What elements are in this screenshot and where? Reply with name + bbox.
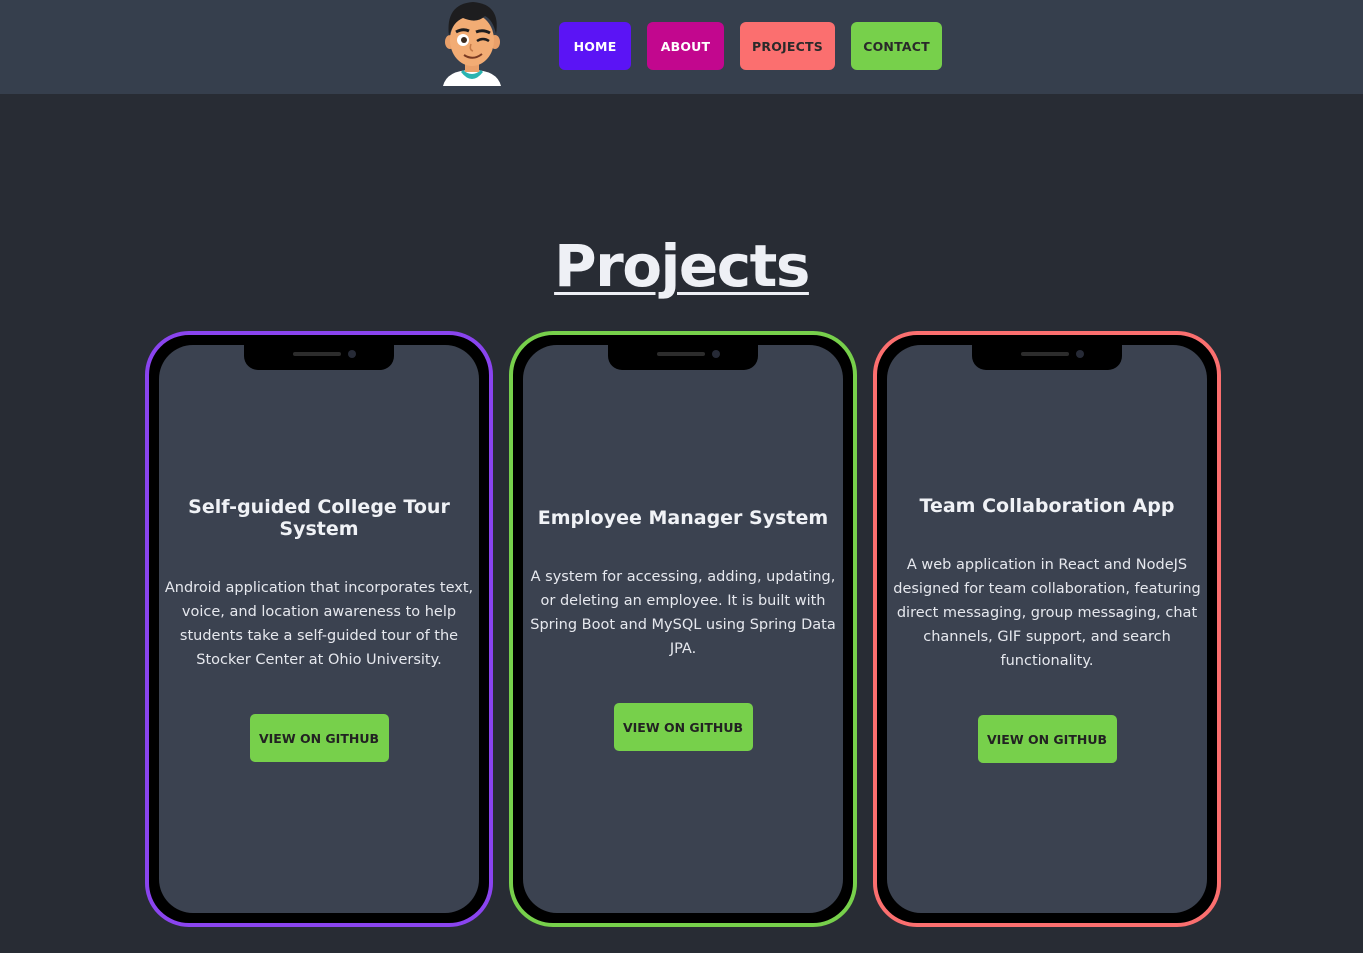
camera-icon xyxy=(348,350,356,358)
project-description: Android application that incorporates te… xyxy=(164,580,474,668)
project-description: A system for accessing, adding, updating… xyxy=(530,569,836,657)
phone-screen: Team Collaboration App A web application… xyxy=(887,345,1207,913)
phone-notch xyxy=(972,345,1122,370)
nav-contact-button[interactable]: CONTACT xyxy=(851,22,942,70)
project-card-employee-manager: Employee Manager System A system for acc… xyxy=(509,331,857,927)
avatar-logo-icon[interactable] xyxy=(437,0,507,86)
phone-notch xyxy=(244,345,394,370)
view-on-github-button[interactable]: VIEW ON GITHUB xyxy=(613,703,753,751)
nav-projects-button[interactable]: PROJECTS xyxy=(740,22,835,70)
view-on-github-button[interactable]: VIEW ON GITHUB xyxy=(249,714,389,762)
camera-icon xyxy=(1076,350,1084,358)
site-header: HOME ABOUT PROJECTS CONTACT xyxy=(0,0,1363,94)
page-title: Projects xyxy=(554,232,810,300)
camera-icon xyxy=(712,350,720,358)
project-description: A web application in React and NodeJS de… xyxy=(893,557,1201,669)
project-title: Employee Manager System xyxy=(537,507,829,529)
nav-about-button[interactable]: ABOUT xyxy=(647,22,724,70)
nav-home-button[interactable]: HOME xyxy=(559,22,631,70)
speaker-icon xyxy=(657,352,705,356)
project-title: Team Collaboration App xyxy=(919,495,1175,517)
speaker-icon xyxy=(293,352,341,356)
project-card-college-tour: Self-guided College Tour System Android … xyxy=(145,331,493,927)
project-title: Self-guided College Tour System xyxy=(188,496,450,540)
speaker-icon xyxy=(1021,352,1069,356)
phone-screen: Employee Manager System A system for acc… xyxy=(523,345,843,913)
view-on-github-button[interactable]: VIEW ON GITHUB xyxy=(977,715,1117,763)
phone-notch xyxy=(608,345,758,370)
project-card-team-collaboration: Team Collaboration App A web application… xyxy=(873,331,1221,927)
phone-screen: Self-guided College Tour System Android … xyxy=(159,345,479,913)
